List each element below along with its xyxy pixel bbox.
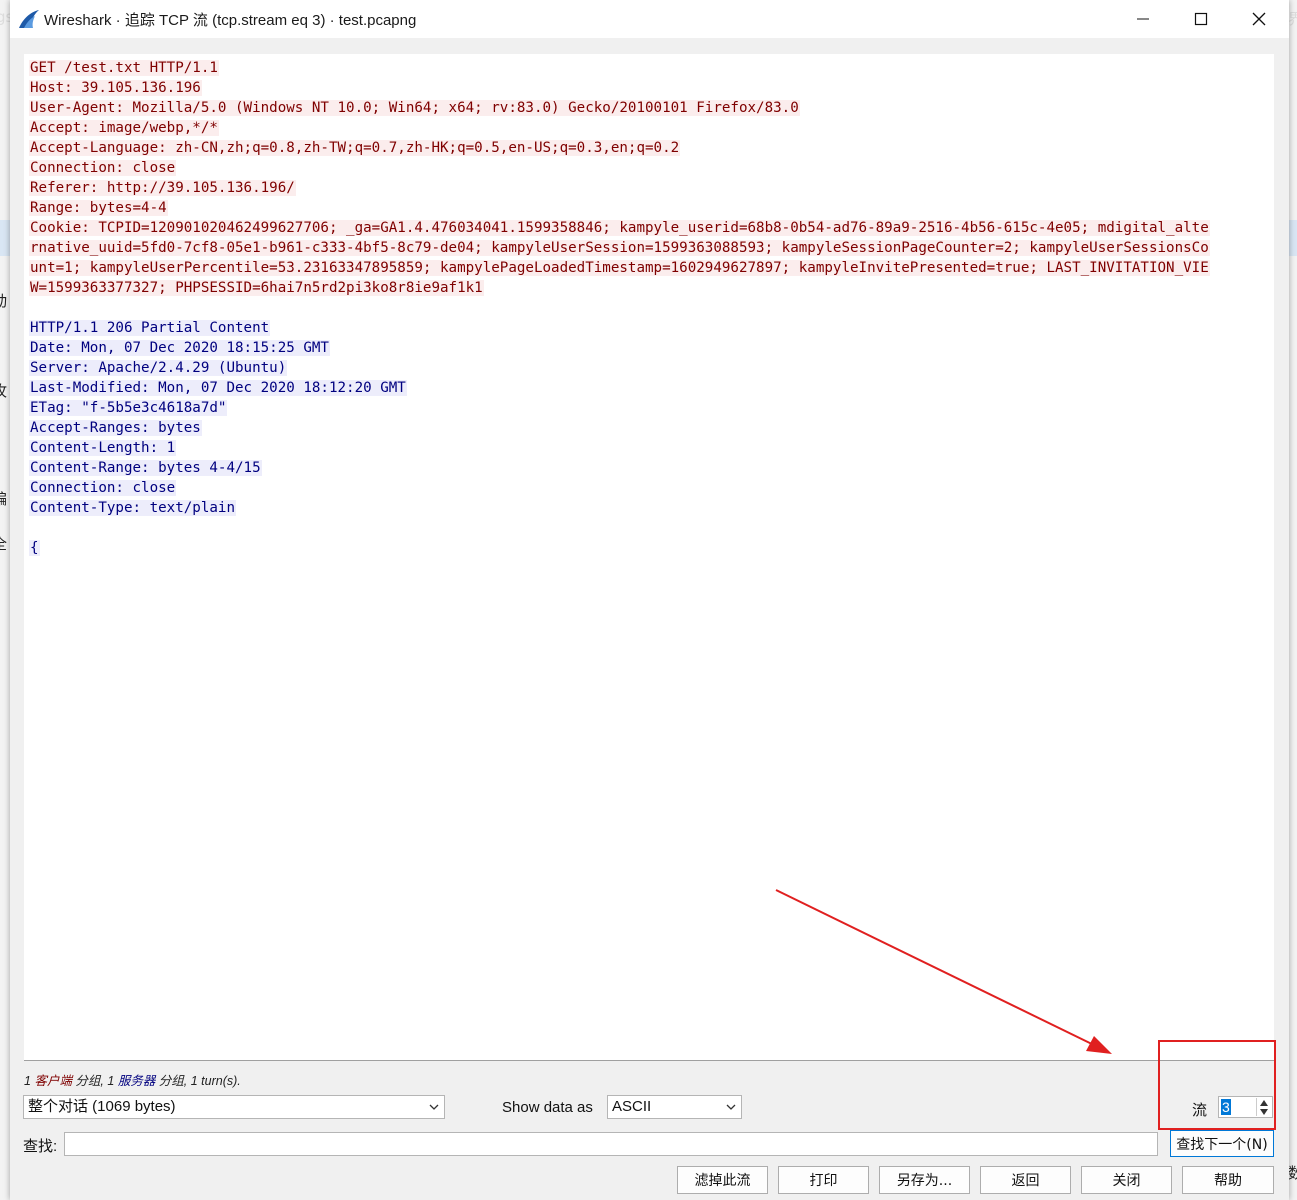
- server-line: Last-Modified: Mon, 07 Dec 2020 18:12:20…: [29, 380, 407, 396]
- server-line: Server: Apache/2.4.29 (Ubuntu): [29, 360, 288, 376]
- show-data-select[interactable]: ASCII: [607, 1095, 742, 1119]
- background-right-strip: [1288, 0, 1297, 1200]
- follow-tcp-stream-dialog: Wireshark · 追踪 TCP 流 (tcp.stream eq 3) ·…: [10, 0, 1289, 1200]
- background-text: 数: [1288, 1164, 1297, 1182]
- conversation-select-value: 整个对话 (1069 bytes): [28, 1098, 176, 1115]
- title-bar: Wireshark · 追踪 TCP 流 (tcp.stream eq 3) ·…: [10, 0, 1289, 38]
- server-line: Content-Range: bytes 4-4/15: [29, 460, 262, 476]
- server-line: Connection: close: [29, 480, 177, 496]
- server-line: Date: Mon, 07 Dec 2020 18:15:25 GMT: [29, 340, 330, 356]
- stream-content-view[interactable]: GET /test.txt HTTP/1.1 Host: 39.105.136.…: [24, 54, 1274, 1061]
- annotation-highlight-box: [1158, 1040, 1276, 1130]
- save-as-button[interactable]: 另存为...: [879, 1166, 970, 1194]
- client-line: Connection: close: [29, 160, 177, 176]
- wireshark-fin-icon: [19, 10, 39, 28]
- print-button[interactable]: 打印: [778, 1166, 869, 1194]
- maximize-button[interactable]: [1176, 0, 1226, 38]
- close-icon: [1252, 12, 1266, 26]
- close-button[interactable]: 关闭: [1081, 1166, 1172, 1194]
- server-line: ETag: "f-5b5e3c4618a7d": [29, 400, 228, 416]
- back-button[interactable]: 返回: [980, 1166, 1071, 1194]
- client-line: User-Agent: Mozilla/5.0 (Windows NT 10.0…: [29, 100, 800, 116]
- stream-summary: 1 客户端 分组, 1 服务器 分组, 1 turn(s).: [24, 1074, 241, 1088]
- find-label: 查找:: [23, 1138, 58, 1155]
- conversation-select[interactable]: 整个对话 (1069 bytes): [23, 1095, 445, 1119]
- help-button[interactable]: 帮助: [1182, 1166, 1274, 1194]
- client-line: unt=1; kampyleUserPercentile=53.23163347…: [29, 260, 1210, 276]
- client-line: Range: bytes=4-4: [29, 200, 168, 216]
- client-line: Host: 39.105.136.196: [29, 80, 202, 96]
- chevron-down-icon: [726, 1104, 736, 1110]
- server-line: HTTP/1.1 206 Partial Content: [29, 320, 271, 336]
- background-left-strip: [0, 0, 10, 1200]
- client-line: rnative_uuid=5fd0-7cf8-05e1-b961-c333-4b…: [29, 240, 1210, 256]
- show-data-label: Show data as: [502, 1099, 593, 1116]
- server-line: Accept-Ranges: bytes: [29, 420, 202, 436]
- filter-out-stream-button[interactable]: 滤掉此流: [677, 1166, 768, 1194]
- background-text: 编: [0, 488, 7, 509]
- background-text: 攻: [0, 380, 7, 401]
- find-next-button[interactable]: 查找下一个(N): [1170, 1130, 1274, 1157]
- client-line: Referer: http://39.105.136.196/: [29, 180, 296, 196]
- background-selected-row: [0, 220, 10, 256]
- chevron-down-icon: [429, 1104, 439, 1110]
- background-text: 动: [0, 290, 7, 311]
- background-text: 界: [1288, 10, 1297, 28]
- minimize-icon: [1137, 18, 1149, 20]
- client-line: Cookie: TCPID=120901020462499627706; _ga…: [29, 220, 1210, 236]
- background-selected-row-right: [1288, 220, 1297, 256]
- window-title: Wireshark · 追踪 TCP 流 (tcp.stream eq 3) ·…: [44, 12, 417, 29]
- show-data-value: ASCII: [612, 1098, 652, 1115]
- server-body-line: {: [29, 540, 40, 556]
- client-line: W=1599363377327; PHPSESSID=6hai7n5rd2pi3…: [29, 280, 484, 296]
- find-input[interactable]: [64, 1132, 1158, 1156]
- client-line: Accept-Language: zh-CN,zh;q=0.8,zh-TW;q=…: [29, 140, 681, 156]
- server-line: Content-Length: 1: [29, 440, 177, 456]
- client-line: GET /test.txt HTTP/1.1: [29, 60, 219, 76]
- minimize-button[interactable]: [1118, 0, 1168, 38]
- maximize-icon: [1194, 12, 1208, 26]
- background-text: 全: [0, 533, 7, 554]
- client-line: Accept: image/webp,*/*: [29, 120, 219, 136]
- server-line: Content-Type: text/plain: [29, 500, 236, 516]
- close-window-button[interactable]: [1234, 0, 1284, 38]
